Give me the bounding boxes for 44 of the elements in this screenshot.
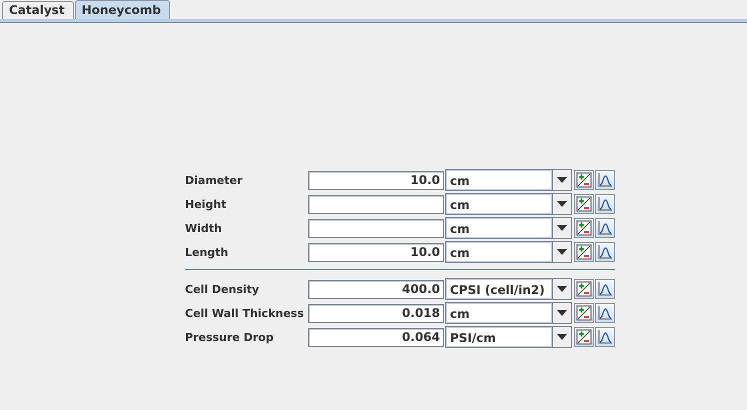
- unit-dropdown[interactable]: cm: [445, 169, 572, 191]
- input-field[interactable]: 400.0: [308, 280, 444, 298]
- edit-button[interactable]: [574, 303, 594, 323]
- distribution-button[interactable]: [595, 242, 615, 262]
- field-label: Width: [185, 222, 223, 234]
- unit-dropdown[interactable]: cm: [445, 241, 572, 263]
- input-field[interactable]: 10.0: [308, 170, 444, 190]
- dropdown-arrow-icon: [557, 286, 567, 292]
- dropdown-arrow-icon: [557, 249, 567, 255]
- field-label: Height: [185, 198, 228, 210]
- dropdown-arrow-icon: [557, 225, 567, 231]
- field-label: Cell Wall Thickness: [185, 306, 305, 320]
- input-field[interactable]: 0.018: [308, 304, 444, 322]
- distribution-button[interactable]: [595, 218, 615, 238]
- input-field[interactable]: 10.0: [308, 242, 444, 262]
- edit-button[interactable]: [574, 218, 594, 238]
- dropdown-arrow-icon: [557, 334, 567, 340]
- tab[interactable]: Honeycomb: [74, 0, 170, 19]
- tab[interactable]: Catalyst: [2, 1, 74, 19]
- distribution-button[interactable]: [595, 194, 615, 214]
- input-field[interactable]: 0.064: [308, 328, 444, 346]
- dropdown-arrow-icon: [557, 201, 567, 207]
- input-field[interactable]: [308, 194, 444, 214]
- distribution-button[interactable]: [595, 303, 615, 323]
- unit-dropdown[interactable]: cm: [445, 193, 572, 215]
- edit-button[interactable]: [574, 327, 594, 347]
- edit-button[interactable]: [574, 242, 594, 262]
- edit-button[interactable]: [574, 170, 594, 190]
- edit-button[interactable]: [574, 194, 594, 214]
- input-field[interactable]: [308, 218, 444, 238]
- unit-dropdown[interactable]: PSI/cm: [445, 326, 572, 348]
- edit-button[interactable]: [574, 279, 594, 299]
- distribution-button[interactable]: [595, 170, 615, 190]
- distribution-button[interactable]: [595, 327, 615, 347]
- field-label: Diameter: [185, 174, 244, 186]
- dropdown-arrow-icon: [557, 177, 567, 183]
- field-label: Cell Density: [185, 282, 260, 296]
- dropdown-arrow-icon: [557, 310, 567, 316]
- unit-dropdown[interactable]: cm: [445, 217, 572, 239]
- distribution-button[interactable]: [595, 279, 615, 299]
- field-label: Pressure Drop: [185, 330, 275, 344]
- field-label: Length: [185, 246, 230, 258]
- unit-dropdown[interactable]: cm: [445, 302, 572, 324]
- unit-dropdown[interactable]: CPSI (cell/in2): [445, 278, 572, 300]
